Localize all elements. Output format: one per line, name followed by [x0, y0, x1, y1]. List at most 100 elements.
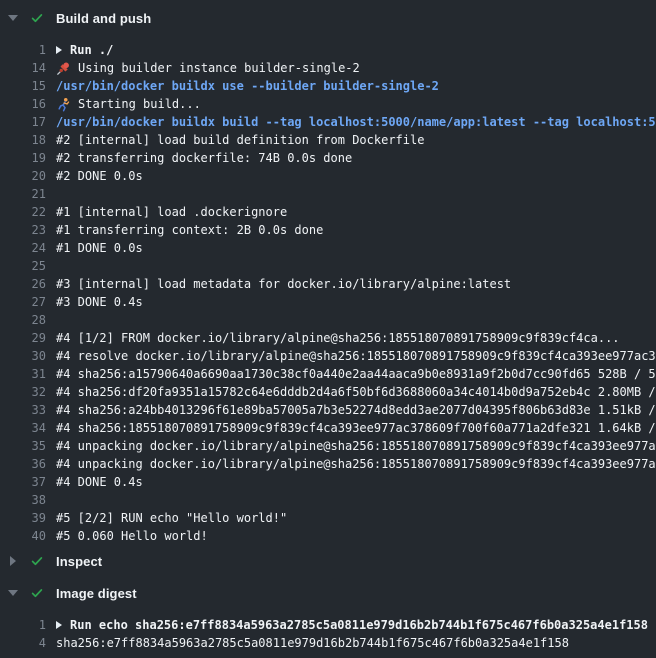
log-text: #1 [internal] load .dockerignore — [56, 203, 287, 221]
line-number[interactable]: 31 — [0, 365, 46, 383]
chevron-right-icon[interactable] — [56, 621, 62, 629]
line-number[interactable]: 30 — [0, 347, 46, 365]
line-number[interactable]: 38 — [0, 491, 46, 509]
line-number[interactable]: 21 — [0, 185, 46, 203]
line-number[interactable]: 1 — [0, 616, 46, 634]
log-line: 16 Starting build... — [0, 95, 656, 113]
log-text: #4 sha256:185518070891758909c9f839cf4ca3… — [56, 419, 656, 437]
section-title: Inspect — [56, 554, 102, 569]
check-icon — [30, 11, 44, 25]
log-line: 15/usr/bin/docker buildx use --builder b… — [0, 77, 656, 95]
line-number[interactable]: 39 — [0, 509, 46, 527]
check-icon — [30, 554, 44, 568]
log-line: 34 #4 sha256:185518070891758909c9f839cf4c… — [0, 419, 656, 437]
line-number[interactable]: 22 — [0, 203, 46, 221]
log-text: /usr/bin/docker buildx use --builder bui… — [56, 77, 439, 95]
line-number[interactable]: 37 — [0, 473, 46, 491]
log-line: 14 Using builder instance builder-single-… — [0, 59, 656, 77]
log-text: /usr/bin/docker buildx build --tag local… — [56, 113, 656, 131]
log-text: #5 [2/2] RUN echo "Hello world!" — [56, 509, 287, 527]
log-line: 18 #2 [internal] load build definition fr… — [0, 131, 656, 149]
log-line: 37 #4 DONE 0.4s — [0, 473, 656, 491]
log-text: #4 sha256:a15790640a6690aa1730c38cf0a440… — [56, 365, 656, 383]
section-inspect: Inspect — [0, 547, 656, 575]
log-line: 38 — [0, 491, 656, 509]
log-text: Run echo sha256:e7ff8834a5963a2785c5a081… — [56, 616, 648, 634]
line-number[interactable]: 20 — [0, 167, 46, 185]
log-text: #4 unpacking docker.io/library/alpine@sh… — [56, 455, 656, 473]
log-line: 1 Run ./ — [0, 41, 656, 59]
log-text: #1 transferring context: 2B 0.0s done — [56, 221, 323, 239]
log-text: Run ./ — [56, 41, 113, 59]
log-line: 4 sha256:e7ff8834a5963a2785c5a0811e979d16… — [0, 634, 656, 652]
line-number[interactable]: 36 — [0, 455, 46, 473]
chevron-down-icon[interactable] — [8, 590, 18, 596]
log-line: 19 #2 transferring dockerfile: 74B 0.0s d… — [0, 149, 656, 167]
log-line: 23 #1 transferring context: 2B 0.0s done — [0, 221, 656, 239]
log-line: 1 Run echo sha256:e7ff8834a5963a2785c5a08… — [0, 616, 656, 634]
log-text: #4 resolve docker.io/library/alpine@sha2… — [56, 347, 656, 365]
line-number[interactable]: 32 — [0, 383, 46, 401]
log-text: #2 transferring dockerfile: 74B 0.0s don… — [56, 149, 352, 167]
log-line: 33 #4 sha256:a24bb4013296f61e89ba57005a7b… — [0, 401, 656, 419]
log-text: #1 DONE 0.0s — [56, 239, 143, 257]
pushpin-icon — [56, 61, 72, 77]
log-line: 29 #4 [1/2] FROM docker.io/library/alpine… — [0, 329, 656, 347]
log-text: #4 DONE 0.4s — [56, 473, 143, 491]
line-number[interactable]: 27 — [0, 293, 46, 311]
log-line: 20 #2 DONE 0.0s — [0, 167, 656, 185]
chevron-right-icon[interactable] — [56, 46, 62, 54]
chevron-down-icon[interactable] — [8, 15, 18, 21]
log-line: 30 #4 resolve docker.io/library/alpine@sh… — [0, 347, 656, 365]
log-text: #4 unpacking docker.io/library/alpine@sh… — [56, 437, 656, 455]
runner-icon — [56, 97, 72, 113]
log-text: #4 [1/2] FROM docker.io/library/alpine@s… — [56, 329, 620, 347]
line-number[interactable]: 19 — [0, 149, 46, 167]
log-line: 28 — [0, 311, 656, 329]
log-text: sha256:e7ff8834a5963a2785c5a0811e979d16b… — [56, 634, 569, 652]
log-line: 17/usr/bin/docker buildx build --tag loc… — [0, 113, 656, 131]
log-text: #3 DONE 0.4s — [56, 293, 143, 311]
log-text: #2 [internal] load build definition from… — [56, 131, 424, 149]
log-line: 25 — [0, 257, 656, 275]
section-image-digest: Image digest 1 Run echo sha256:e7ff8834a5… — [0, 579, 656, 652]
log-text: #2 DONE 0.0s — [56, 167, 143, 185]
check-icon — [30, 586, 44, 600]
log-text: #4 sha256:df20fa9351a15782c64e6dddb2d4a6… — [56, 383, 656, 401]
log-lines: 1 Run echo sha256:e7ff8834a5963a2785c5a08… — [0, 607, 656, 652]
log-line: 32 #4 sha256:df20fa9351a15782c64e6dddb2d4… — [0, 383, 656, 401]
line-number[interactable]: 35 — [0, 437, 46, 455]
log-text: #4 sha256:a24bb4013296f61e89ba57005a7b3e… — [56, 401, 656, 419]
line-number[interactable]: 17 — [0, 113, 46, 131]
section-build-and-push: Build and push 1 Run ./ 14 Using builder in… — [0, 4, 656, 545]
line-number[interactable]: 26 — [0, 275, 46, 293]
line-number[interactable]: 15 — [0, 77, 46, 95]
log-line: 36 #4 unpacking docker.io/library/alpine@… — [0, 455, 656, 473]
line-number[interactable]: 1 — [0, 41, 46, 59]
line-number[interactable]: 23 — [0, 221, 46, 239]
section-header-build-and-push[interactable]: Build and push — [0, 4, 656, 32]
line-number[interactable]: 14 — [0, 59, 46, 77]
log-line: 26#3 [internal] load metadata for docker… — [0, 275, 656, 293]
chevron-right-icon[interactable] — [8, 556, 18, 566]
line-number[interactable]: 16 — [0, 95, 46, 113]
line-number[interactable]: 33 — [0, 401, 46, 419]
log-line: 27 #3 DONE 0.4s — [0, 293, 656, 311]
log-text: Starting build... — [56, 95, 201, 113]
section-header-inspect[interactable]: Inspect — [0, 547, 656, 575]
line-number[interactable]: 29 — [0, 329, 46, 347]
line-number[interactable]: 40 — [0, 527, 46, 545]
section-header-image-digest[interactable]: Image digest — [0, 579, 656, 607]
line-number[interactable]: 18 — [0, 131, 46, 149]
line-number[interactable]: 34 — [0, 419, 46, 437]
log-line: 24 #1 DONE 0.0s — [0, 239, 656, 257]
log-line: 31 #4 sha256:a15790640a6690aa1730c38cf0a4… — [0, 365, 656, 383]
line-number[interactable]: 24 — [0, 239, 46, 257]
line-number[interactable]: 4 — [0, 634, 46, 652]
log-line: 21 — [0, 185, 656, 203]
log-lines: 1 Run ./ 14 Using builder instance builder-… — [0, 32, 656, 545]
line-number[interactable]: 25 — [0, 257, 46, 275]
log-text: Using builder instance builder-single-2 — [56, 59, 360, 77]
line-number[interactable]: 28 — [0, 311, 46, 329]
section-title: Image digest — [56, 586, 137, 601]
